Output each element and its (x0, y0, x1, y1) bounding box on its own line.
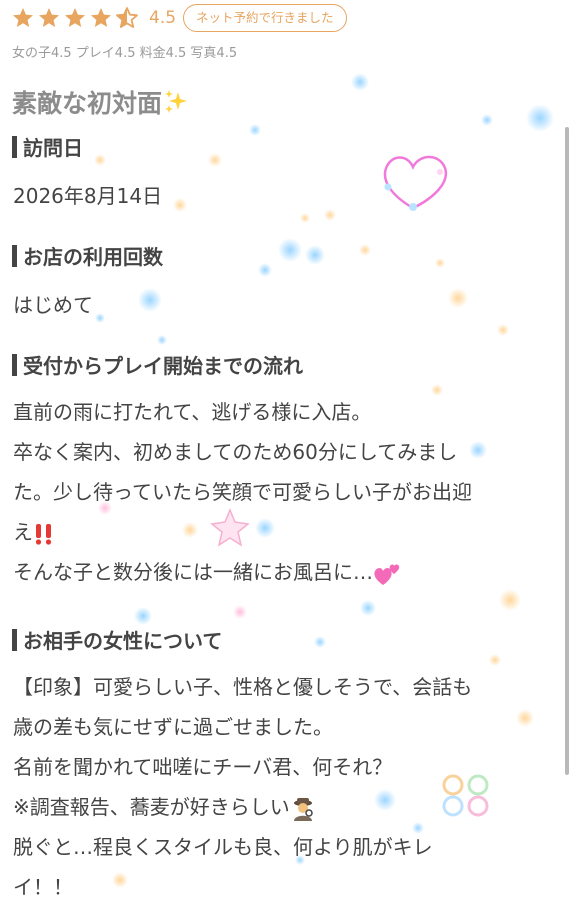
half-star-icon (116, 7, 138, 28)
paragraph-line: 歳の差も気にせずに過ごせました。 (13, 715, 333, 739)
two-hearts-icon (374, 564, 400, 585)
scrollbar[interactable] (565, 127, 569, 775)
star-icon (91, 8, 111, 27)
section-heading-text: 訪問日 (23, 136, 83, 160)
star-icon (65, 8, 85, 27)
rating-value: 4.5 (149, 8, 177, 28)
section-heading-text: お店の利用回数 (23, 245, 163, 269)
paragraph-line: イ！！ (13, 875, 73, 899)
detective-icon (293, 797, 313, 821)
paragraph-line: 卒なく案内、初めましてのため60分にしてみまし (13, 440, 458, 464)
net-reservation-badge[interactable]: ネット予約で行きました (183, 4, 347, 32)
visit-count-value: はじめて (13, 293, 93, 317)
paragraph-line: 【印象】可愛らしい子、性格と優しそうで、会話も (13, 675, 473, 699)
visit-date-value: 2026年8月14日 (13, 184, 163, 208)
star-rating (11, 6, 141, 30)
paragraph-line-with-icon: え (13, 512, 558, 552)
paragraph-line: 名前を聞かれて咄嗟にチーバ君、何それ？ (13, 755, 393, 779)
star-icon (13, 8, 33, 27)
rating-row: 4.5 ネット予約で行きました (11, 3, 347, 33)
paragraph-line-with-icon: ※調査報告、蕎麦が好きらしい (13, 787, 558, 827)
star-icon (39, 8, 59, 27)
paragraph-line: 脱ぐと…程良くスタイルも良、何より肌がキレ (13, 835, 433, 859)
paragraph-line: た。少し待っていたら笑顔で可愛らしい子がお出迎 (13, 480, 472, 504)
heading-bar (12, 353, 17, 376)
section-heading-flow: 受付からプレイ開始までの流れ (12, 350, 303, 379)
paragraph-line-text: そんな子と数分後には一緒にお風呂に… (13, 560, 373, 584)
heading-bar (12, 135, 17, 158)
paragraph-line-text: え (13, 520, 33, 544)
paragraph-line-text: ※調査報告、蕎麦が好きらしい (13, 795, 290, 819)
flow-paragraph: 直前の雨に打たれて、逃げる様に入店。 卒なく案内、初めましてのため60分にしてみ… (13, 392, 558, 592)
review-title: 素敵な初対面 (12, 84, 189, 120)
section-heading-visit-count: お店の利用回数 (12, 241, 163, 270)
section-heading-visit-date: 訪問日 (12, 132, 83, 161)
section-heading-text: 受付からプレイ開始までの流れ (23, 354, 303, 378)
heading-bar (12, 628, 17, 651)
sparkles-icon (165, 90, 188, 113)
paragraph-line-with-icon: そんな子と数分後には一緒にお風呂に… (13, 552, 558, 592)
heading-bar (12, 244, 17, 267)
double-exclamation-icon (35, 523, 52, 545)
review-title-text: 素敵な初対面 (12, 89, 163, 118)
section-heading-text: お相手の女性について (23, 629, 223, 653)
section-heading-partner: お相手の女性について (12, 625, 222, 654)
paragraph-line: 直前の雨に打たれて、逃げる様に入店。 (13, 400, 372, 424)
partner-paragraph: 【印象】可愛らしい子、性格と優しそうで、会話も 歳の差も気にせずに過ごせました。… (13, 667, 558, 907)
sub-ratings: 女の子4.5 プレイ4.5 料金4.5 写真4.5 (12, 46, 238, 61)
